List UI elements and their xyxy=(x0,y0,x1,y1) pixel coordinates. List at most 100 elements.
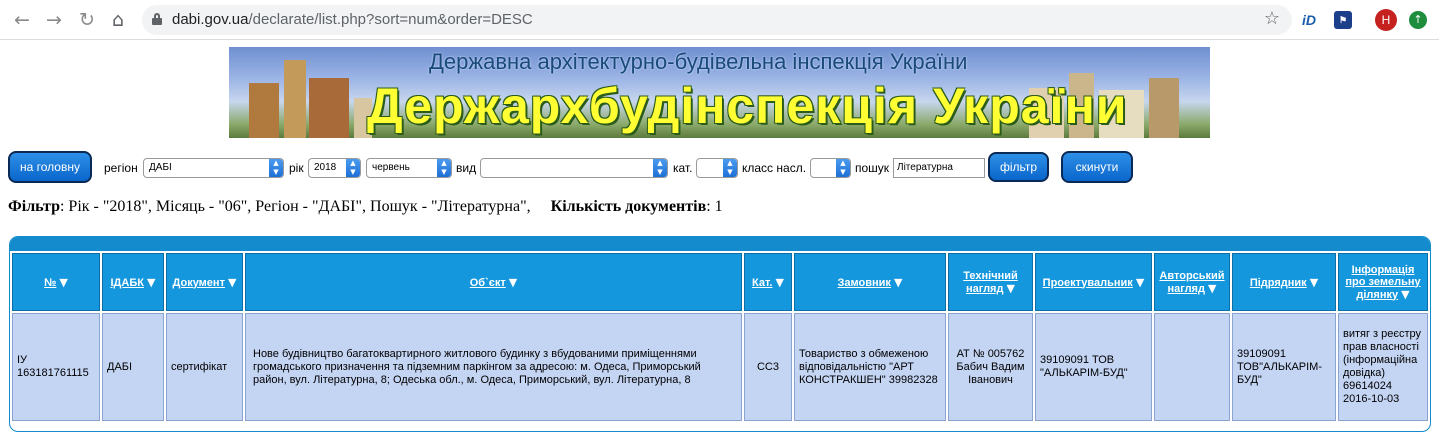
col-header-land-label-2[interactable]: про земельну xyxy=(1345,276,1420,288)
col-header-author-supervision[interactable]: Авторський нагляд ▼ xyxy=(1154,253,1230,311)
home-icon[interactable]: ⌂ xyxy=(106,8,130,32)
col-header-author-label-2[interactable]: нагляд xyxy=(1168,283,1205,295)
doc-count-value: : 1 xyxy=(706,198,723,215)
cell-category: СС3 xyxy=(744,313,792,421)
region-chevron-icon: ▲ ▼ xyxy=(269,159,283,177)
sort-triangle-icon[interactable]: ▼ xyxy=(228,276,236,289)
col-header-tech-label-1[interactable]: Технічний xyxy=(963,270,1018,282)
sort-triangle-icon[interactable]: ▼ xyxy=(147,276,155,289)
col-header-tech-label-2[interactable]: нагляд xyxy=(966,283,1003,295)
results-table: № ▼ ІДАБК ▼ Документ ▼ Об`єкт ▼ Кат. ▼ З… xyxy=(10,251,1430,423)
search-label: пошук xyxy=(855,161,890,175)
reset-button[interactable]: скинути xyxy=(1061,151,1133,183)
search-input[interactable]: Літературна xyxy=(893,158,985,178)
sort-triangle-icon[interactable]: ▼ xyxy=(1136,276,1144,289)
region-label: регіон xyxy=(104,161,138,175)
extension-id-icon[interactable]: iD xyxy=(1300,11,1318,29)
doc-count-label: Кількість документів xyxy=(550,198,707,215)
category-label: кат. xyxy=(673,161,693,175)
bookmark-star-icon[interactable]: ☆ xyxy=(1264,8,1280,29)
home-button[interactable]: на головну xyxy=(8,151,92,183)
sort-triangle-icon[interactable]: ▼ xyxy=(894,276,902,289)
site-banner: Державна архітектурно-будівельна інспекц… xyxy=(229,47,1210,138)
cell-designer: 39109091 ТОВ "АЛЬКАРІМ-БУД" xyxy=(1035,313,1152,421)
sort-triangle-icon[interactable]: ▼ xyxy=(59,276,67,289)
reload-icon[interactable]: ↻ xyxy=(75,8,99,32)
url-domain: dabi.gov.ua xyxy=(172,11,249,28)
col-header-designer-label[interactable]: Проектувальник xyxy=(1043,277,1133,289)
col-header-land-label-3[interactable]: ділянку xyxy=(1356,289,1398,301)
cell-num: ІУ 163181761115 xyxy=(12,313,100,421)
col-header-idabk[interactable]: ІДАБК ▼ xyxy=(102,253,164,311)
banner-building-2 xyxy=(284,60,306,138)
cell-contractor: 39109091 ТОВ"АЛЬКАРІМ-БУД" xyxy=(1232,313,1336,421)
lock-icon[interactable] xyxy=(152,13,162,25)
category-chevron-icon: ▲ ▼ xyxy=(723,159,737,177)
table-header-row: № ▼ ІДАБК ▼ Документ ▼ Об`єкт ▼ Кат. ▼ З… xyxy=(12,253,1428,311)
banner-building-8 xyxy=(1149,78,1179,138)
filter-summary-text: : Рік - "2018", Місяць - "06", Регіон - … xyxy=(59,198,531,215)
col-header-author-label-1[interactable]: Авторський xyxy=(1159,270,1224,282)
col-header-document[interactable]: Документ ▼ xyxy=(166,253,243,311)
banner-subtitle: Державна архітектурно-будівельна інспекц… xyxy=(429,49,968,74)
col-header-num-label[interactable]: № xyxy=(44,277,56,289)
col-header-contractor[interactable]: Підрядник ▼ xyxy=(1232,253,1336,311)
sort-triangle-icon[interactable]: ▼ xyxy=(1401,288,1409,301)
month-select[interactable]: червень ▲ ▼ xyxy=(366,158,452,178)
region-select[interactable]: ДАБІ ▲ ▼ xyxy=(143,158,284,178)
table-row: ІУ 163181761115 ДАБІ сертифікат Нове буд… xyxy=(12,313,1428,421)
banner-building-1 xyxy=(249,83,279,138)
cell-land-info: витяг з реєстру прав власності (інформац… xyxy=(1338,313,1428,421)
url-text[interactable]: dabi.gov.ua/declarate/list.php?sort=num&… xyxy=(172,11,533,28)
col-header-designer[interactable]: Проектувальник ▼ xyxy=(1035,253,1152,311)
col-header-object[interactable]: Об`єкт ▼ xyxy=(245,253,742,311)
col-header-contractor-label[interactable]: Підрядник xyxy=(1250,277,1307,289)
sort-triangle-icon[interactable]: ▼ xyxy=(1208,282,1216,295)
month-chevron-icon: ▲ ▼ xyxy=(437,159,451,177)
banner-title: Держархбудінспекція України xyxy=(367,78,1128,134)
col-header-land-info[interactable]: Інформація про земельну ділянку ▼ xyxy=(1338,253,1428,311)
filter-button[interactable]: фільтр xyxy=(988,152,1049,182)
forward-icon[interactable]: → xyxy=(42,8,66,32)
sort-triangle-icon[interactable]: ▼ xyxy=(509,276,517,289)
type-select[interactable]: ▲ ▼ xyxy=(480,158,668,178)
cell-object: Нове будівництво багатоквартирного житло… xyxy=(245,313,742,421)
cell-author-supervision xyxy=(1154,313,1230,421)
sort-triangle-icon[interactable]: ▼ xyxy=(1310,276,1318,289)
year-label: рік xyxy=(289,161,304,175)
type-chevron-icon: ▲ ▼ xyxy=(653,159,667,177)
address-bar[interactable]: dabi.gov.ua/declarate/list.php?sort=num&… xyxy=(142,5,1292,35)
region-value: ДАБІ xyxy=(149,162,172,173)
cell-tech-supervision: АТ № 005762 Бабич Вадим Іванович xyxy=(948,313,1033,421)
extension-flag-icon[interactable]: ⚑ xyxy=(1334,11,1352,29)
update-arrow-icon[interactable]: ↑ xyxy=(1409,11,1427,29)
col-header-land-label-1[interactable]: Інформація xyxy=(1352,264,1415,276)
filter-summary-label: Фільтр xyxy=(8,198,60,215)
browser-toolbar: ← → ↻ ⌂ dabi.gov.ua/declarate/list.php?s… xyxy=(0,0,1439,40)
col-header-customer-label[interactable]: Замовник xyxy=(838,277,891,289)
cell-customer: Товариство з обмеженою відповідальністю … xyxy=(794,313,946,421)
banner-building-3 xyxy=(309,78,349,138)
type-label: вид xyxy=(456,161,477,175)
cell-idabk: ДАБІ xyxy=(102,313,164,421)
col-header-customer[interactable]: Замовник ▼ xyxy=(794,253,946,311)
class-select[interactable]: ▲ ▼ xyxy=(810,158,851,178)
table-top-bar xyxy=(10,237,1430,251)
year-chevron-icon: ▲ ▼ xyxy=(346,159,360,177)
sort-triangle-icon[interactable]: ▼ xyxy=(776,276,784,289)
back-icon[interactable]: ← xyxy=(10,8,34,32)
col-header-num[interactable]: № ▼ xyxy=(12,253,100,311)
profile-avatar[interactable]: H xyxy=(1375,9,1397,31)
cell-document: сертифікат xyxy=(166,313,243,421)
col-header-document-label[interactable]: Документ xyxy=(173,277,225,289)
category-select[interactable]: ▲ ▼ xyxy=(696,158,738,178)
col-header-object-label[interactable]: Об`єкт xyxy=(470,277,506,289)
col-header-tech-supervision[interactable]: Технічний нагляд ▼ xyxy=(948,253,1033,311)
col-header-category[interactable]: Кат. ▼ xyxy=(744,253,792,311)
class-label: класс насл. xyxy=(742,161,807,175)
sort-triangle-icon[interactable]: ▼ xyxy=(1007,282,1015,295)
year-select[interactable]: 2018 ▲ ▼ xyxy=(308,158,361,178)
col-header-idabk-label[interactable]: ІДАБК xyxy=(111,277,144,289)
col-header-category-label[interactable]: Кат. xyxy=(752,277,772,289)
results-table-panel: № ▼ ІДАБК ▼ Документ ▼ Об`єкт ▼ Кат. ▼ З… xyxy=(9,236,1431,432)
